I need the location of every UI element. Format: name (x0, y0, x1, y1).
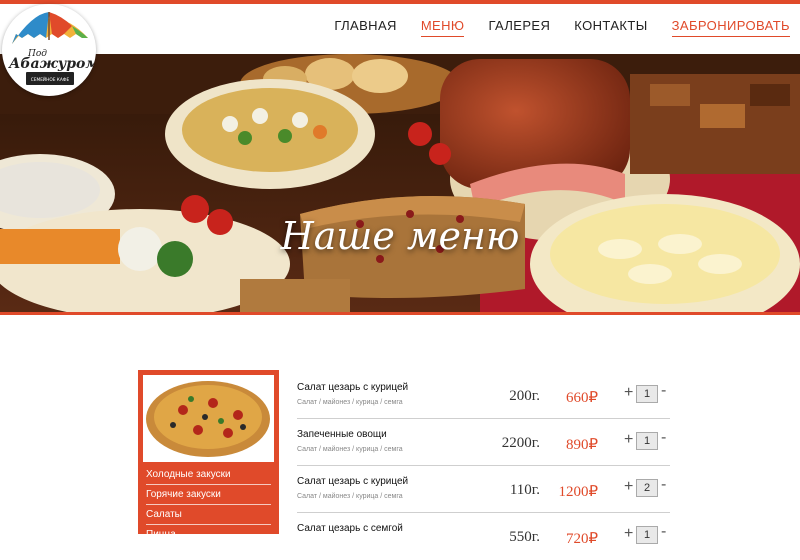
nav-booking[interactable]: ЗАБРОНИРОВАТЬ (671, 18, 790, 37)
qty-input[interactable]: 1 (636, 526, 658, 544)
qty-decrease-button[interactable]: - (661, 477, 666, 493)
dish-price: 720₽ (565, 531, 598, 547)
qty-increase-button[interactable]: + (624, 432, 633, 448)
qty-increase-button[interactable]: + (624, 385, 633, 401)
dish-weight: 550г. (509, 529, 540, 545)
category-salads[interactable]: Салаты (146, 505, 271, 525)
menu-item: Салат цезарь с семгой 550г. 720₽ + 1 - (297, 513, 670, 560)
category-cold-starters[interactable]: Холодные закуски (146, 465, 271, 485)
qty-increase-button[interactable]: + (624, 526, 633, 542)
dish-price: 1200₽ (558, 484, 598, 500)
menu-sidebar: Холодные закуски Горячие закуски Салаты … (138, 370, 279, 545)
food-banner-image (0, 54, 800, 314)
dish-price: 890₽ (565, 437, 598, 453)
qty-input[interactable]: 2 (636, 479, 658, 497)
site-header: ГЛАВНАЯ МЕНЮ ГАЛЕРЕЯ КОНТАКТЫ ЗАБРОНИРОВ… (0, 4, 800, 54)
nav-contacts[interactable]: КОНТАКТЫ (574, 18, 647, 37)
category-hot-starters[interactable]: Горячие закуски (146, 485, 271, 505)
dish-weight: 200г. (509, 388, 540, 404)
qty-decrease-button[interactable]: - (661, 524, 666, 540)
dish-title: Запеченные овощи (297, 429, 387, 440)
dish-title: Салат цезарь с семгой (297, 523, 403, 534)
nav-menu[interactable]: МЕНЮ (420, 18, 465, 37)
hero-title: Наше меню (280, 214, 520, 258)
dish-title: Салат цезарь с курицей (297, 476, 409, 487)
hero-bottom-line (0, 312, 800, 315)
qty-decrease-button[interactable]: - (661, 383, 666, 399)
dish-weight: 110г. (509, 482, 540, 498)
main-nav: ГЛАВНАЯ МЕНЮ ГАЛЕРЕЯ КОНТАКТЫ ЗАБРОНИРОВ… (334, 18, 790, 37)
dish-ingredients: Салат / майонез / курица / семга (297, 399, 403, 406)
nav-gallery[interactable]: ГАЛЕРЕЯ (488, 18, 550, 37)
menu-item: Салат цезарь с курицей Салат / майонез /… (297, 466, 670, 513)
hero-banner: Наше меню (0, 54, 800, 314)
umbrella-logo-icon: Под Абажуром СЕМЕЙНОЕ КАФЕ (8, 12, 96, 85)
dish-price: 660₽ (565, 390, 598, 406)
qty-increase-button[interactable]: + (624, 479, 633, 495)
dish-title: Салат цезарь с курицей (297, 382, 409, 393)
qty-decrease-button[interactable]: - (661, 430, 666, 446)
dish-ingredients: Салат / майонез / курица / семга (297, 446, 403, 453)
menu-item: Салат цезарь с курицей Салат / майонез /… (297, 372, 670, 419)
menu-item: Запеченные овощи Салат / майонез / куриц… (297, 419, 670, 466)
cafe-logo[interactable]: Под Абажуром СЕМЕЙНОЕ КАФЕ (2, 4, 96, 96)
menu-list: Салат цезарь с курицей Салат / майонез /… (297, 372, 670, 560)
qty-input[interactable]: 1 (636, 432, 658, 450)
category-pizza[interactable]: Пицца (146, 525, 271, 545)
qty-input[interactable]: 1 (636, 385, 658, 403)
pizza-photo (143, 375, 274, 462)
pizza-image (143, 375, 274, 462)
logo-badge: СЕМЕЙНОЕ КАФЕ (31, 76, 70, 83)
dish-ingredients: Салат / майонез / курица / семга (297, 493, 403, 500)
logo-line2: Абажуром (8, 56, 96, 72)
dish-weight: 2200г. (501, 435, 540, 451)
category-list: Холодные закуски Горячие закуски Салаты … (138, 465, 279, 545)
nav-home[interactable]: ГЛАВНАЯ (334, 18, 396, 37)
